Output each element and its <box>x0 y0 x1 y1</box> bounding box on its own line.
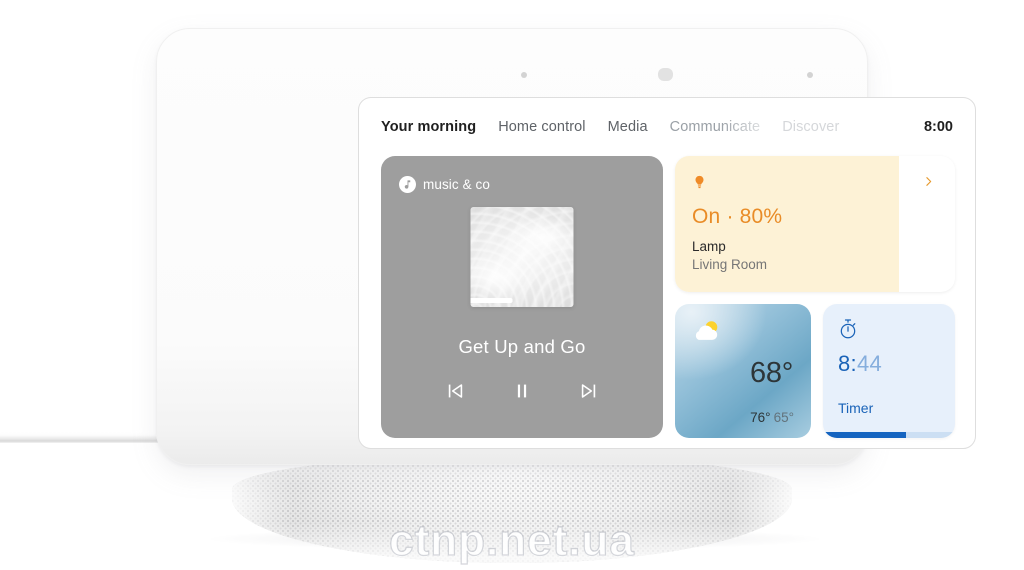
partly-cloudy-icon <box>689 318 723 349</box>
weather-high-low: 76° 65° <box>750 410 794 425</box>
media-provider: music & co <box>399 176 490 193</box>
play-pause-button[interactable] <box>511 380 533 402</box>
media-player-card[interactable]: music & co Get Up and Go <box>381 156 663 438</box>
card-column-right: On · 80% Lamp Living Room 68° 76° 65° 8:… <box>675 156 955 438</box>
music-note-icon <box>399 176 416 193</box>
album-artwork-texture <box>470 207 574 307</box>
album-artwork <box>470 207 574 307</box>
card-row-bottom: 68° 76° 65° 8:44 Timer <box>675 304 955 438</box>
timer-minutes: 8: <box>838 351 857 376</box>
previous-track-button[interactable] <box>444 380 466 402</box>
stopwatch-icon <box>838 318 858 345</box>
media-transport-controls <box>381 380 663 402</box>
timer-progress-bar <box>823 432 907 438</box>
lamp-room-name: Living Room <box>692 257 768 272</box>
timer-seconds: 44 <box>856 351 883 376</box>
ambient-light-sensor-left-icon <box>521 72 527 78</box>
speaker-base <box>232 455 792 563</box>
timer-remaining-time: 8:44 <box>838 351 882 377</box>
tab-discover[interactable]: Discover <box>782 119 839 135</box>
next-track-button[interactable] <box>578 380 600 402</box>
status-clock: 8:00 <box>923 119 953 135</box>
tab-your-morning[interactable]: Your morning <box>381 119 476 135</box>
lamp-control-card[interactable]: On · 80% Lamp Living Room <box>675 156 955 292</box>
tab-home-control[interactable]: Home control <box>498 119 585 135</box>
media-progress-bar <box>470 298 513 303</box>
timer-label: Timer <box>838 400 874 416</box>
weather-low: 65° <box>773 410 794 425</box>
weather-card[interactable]: 68° 76° 65° <box>675 304 811 438</box>
tab-communicate[interactable]: Communicate <box>670 119 761 135</box>
smart-display-body: Your morning Home control Media Communic… <box>156 28 976 465</box>
screenshot-canvas: Your morning Home control Media Communic… <box>0 0 1024 570</box>
ambient-light-sensor-right-icon <box>807 72 813 78</box>
chevron-right-icon[interactable] <box>922 175 935 193</box>
camera-sensor-icon <box>658 68 673 81</box>
track-title: Get Up and Go <box>458 336 586 357</box>
home-card-grid: music & co Get Up and Go On · 80% Lamp L… <box>381 156 955 438</box>
light-bulb-icon <box>692 172 782 197</box>
timer-card[interactable]: 8:44 Timer <box>823 304 955 438</box>
lamp-state-label: On · 80% <box>692 205 783 228</box>
lamp-device-name: Lamp <box>692 239 726 254</box>
tab-media[interactable]: Media <box>608 119 648 135</box>
lamp-card-content: On · 80% Lamp Living Room <box>692 172 782 272</box>
display-screen: Your morning Home control Media Communic… <box>358 97 976 449</box>
weather-high: 76° <box>750 410 771 425</box>
speaker-base-side-highlight <box>232 455 792 563</box>
top-navigation-bar: Your morning Home control Media Communic… <box>359 98 975 156</box>
media-provider-name: music & co <box>423 177 491 192</box>
card-column-left: music & co Get Up and Go <box>381 156 663 438</box>
weather-current-temperature: 68° <box>750 357 793 389</box>
